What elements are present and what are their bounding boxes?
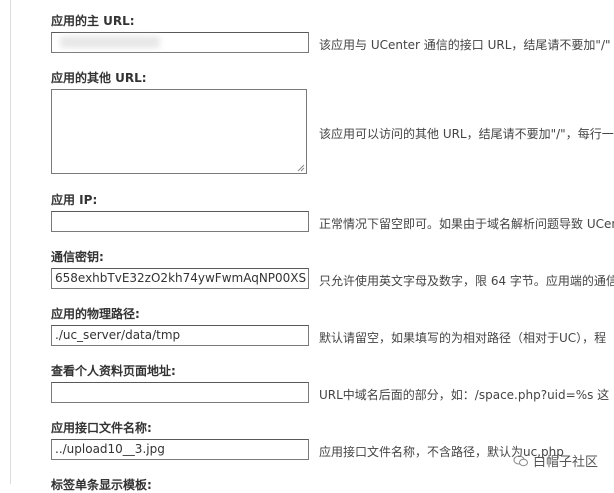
watermark: 白帽子社区: [513, 451, 598, 470]
wechat-icon: [513, 455, 528, 466]
main-url-hint: 该应用与 UCenter 通信的接口 URL，结尾请不要加"/": [319, 38, 611, 52]
physical-path-label: 应用的物理路径:: [51, 307, 140, 321]
auth-key-label: 通信密钥:: [51, 250, 104, 264]
app-ip-input[interactable]: [51, 211, 309, 232]
profile-url-hint: URL中域名后面的部分，如：/space.php?uid=%s 这: [319, 388, 610, 402]
physical-path-hint: 默认请留空，如果填写的为相对路径（相对于UC），程: [319, 331, 607, 345]
auth-key-input[interactable]: 658exhbTvE32zO2kh74ywFwmAqNP00XS: [51, 268, 309, 289]
physical-path-input[interactable]: ./uc_server/data/tmp: [51, 325, 309, 346]
other-url-textarea[interactable]: [51, 89, 307, 174]
api-filename-label: 应用接口文件名称:: [51, 421, 152, 435]
profile-url-label: 查看个人资料页面地址:: [51, 364, 176, 378]
tag-template-label: 标签单条显示模板:: [51, 478, 152, 492]
main-url-label: 应用的主 URL:: [51, 14, 135, 28]
other-url-label: 应用的其他 URL:: [51, 71, 147, 85]
left-border: [0, 0, 11, 484]
settings-form: 应用的主 URL: 该应用与 UCenter 通信的接口 URL，结尾请不要加"…: [0, 0, 614, 492]
auth-key-hint: 只允许使用英文字母及数字，限 64 字节。应用端的通信: [319, 274, 614, 288]
api-filename-input[interactable]: ../upload10__3.jpg: [51, 439, 309, 460]
redacted-url: [60, 36, 160, 48]
app-ip-label: 应用 IP:: [51, 193, 98, 207]
profile-url-input[interactable]: [51, 382, 309, 403]
watermark-text: 白帽子社区: [532, 455, 598, 470]
other-url-hint: 该应用可以访问的其他 URL，结尾请不要加"/"，每行一: [319, 127, 614, 141]
app-ip-hint: 正常情况下留空即可。如果由于域名解析问题导致 UCen: [319, 217, 614, 231]
resize-grip-icon[interactable]: [297, 164, 305, 172]
